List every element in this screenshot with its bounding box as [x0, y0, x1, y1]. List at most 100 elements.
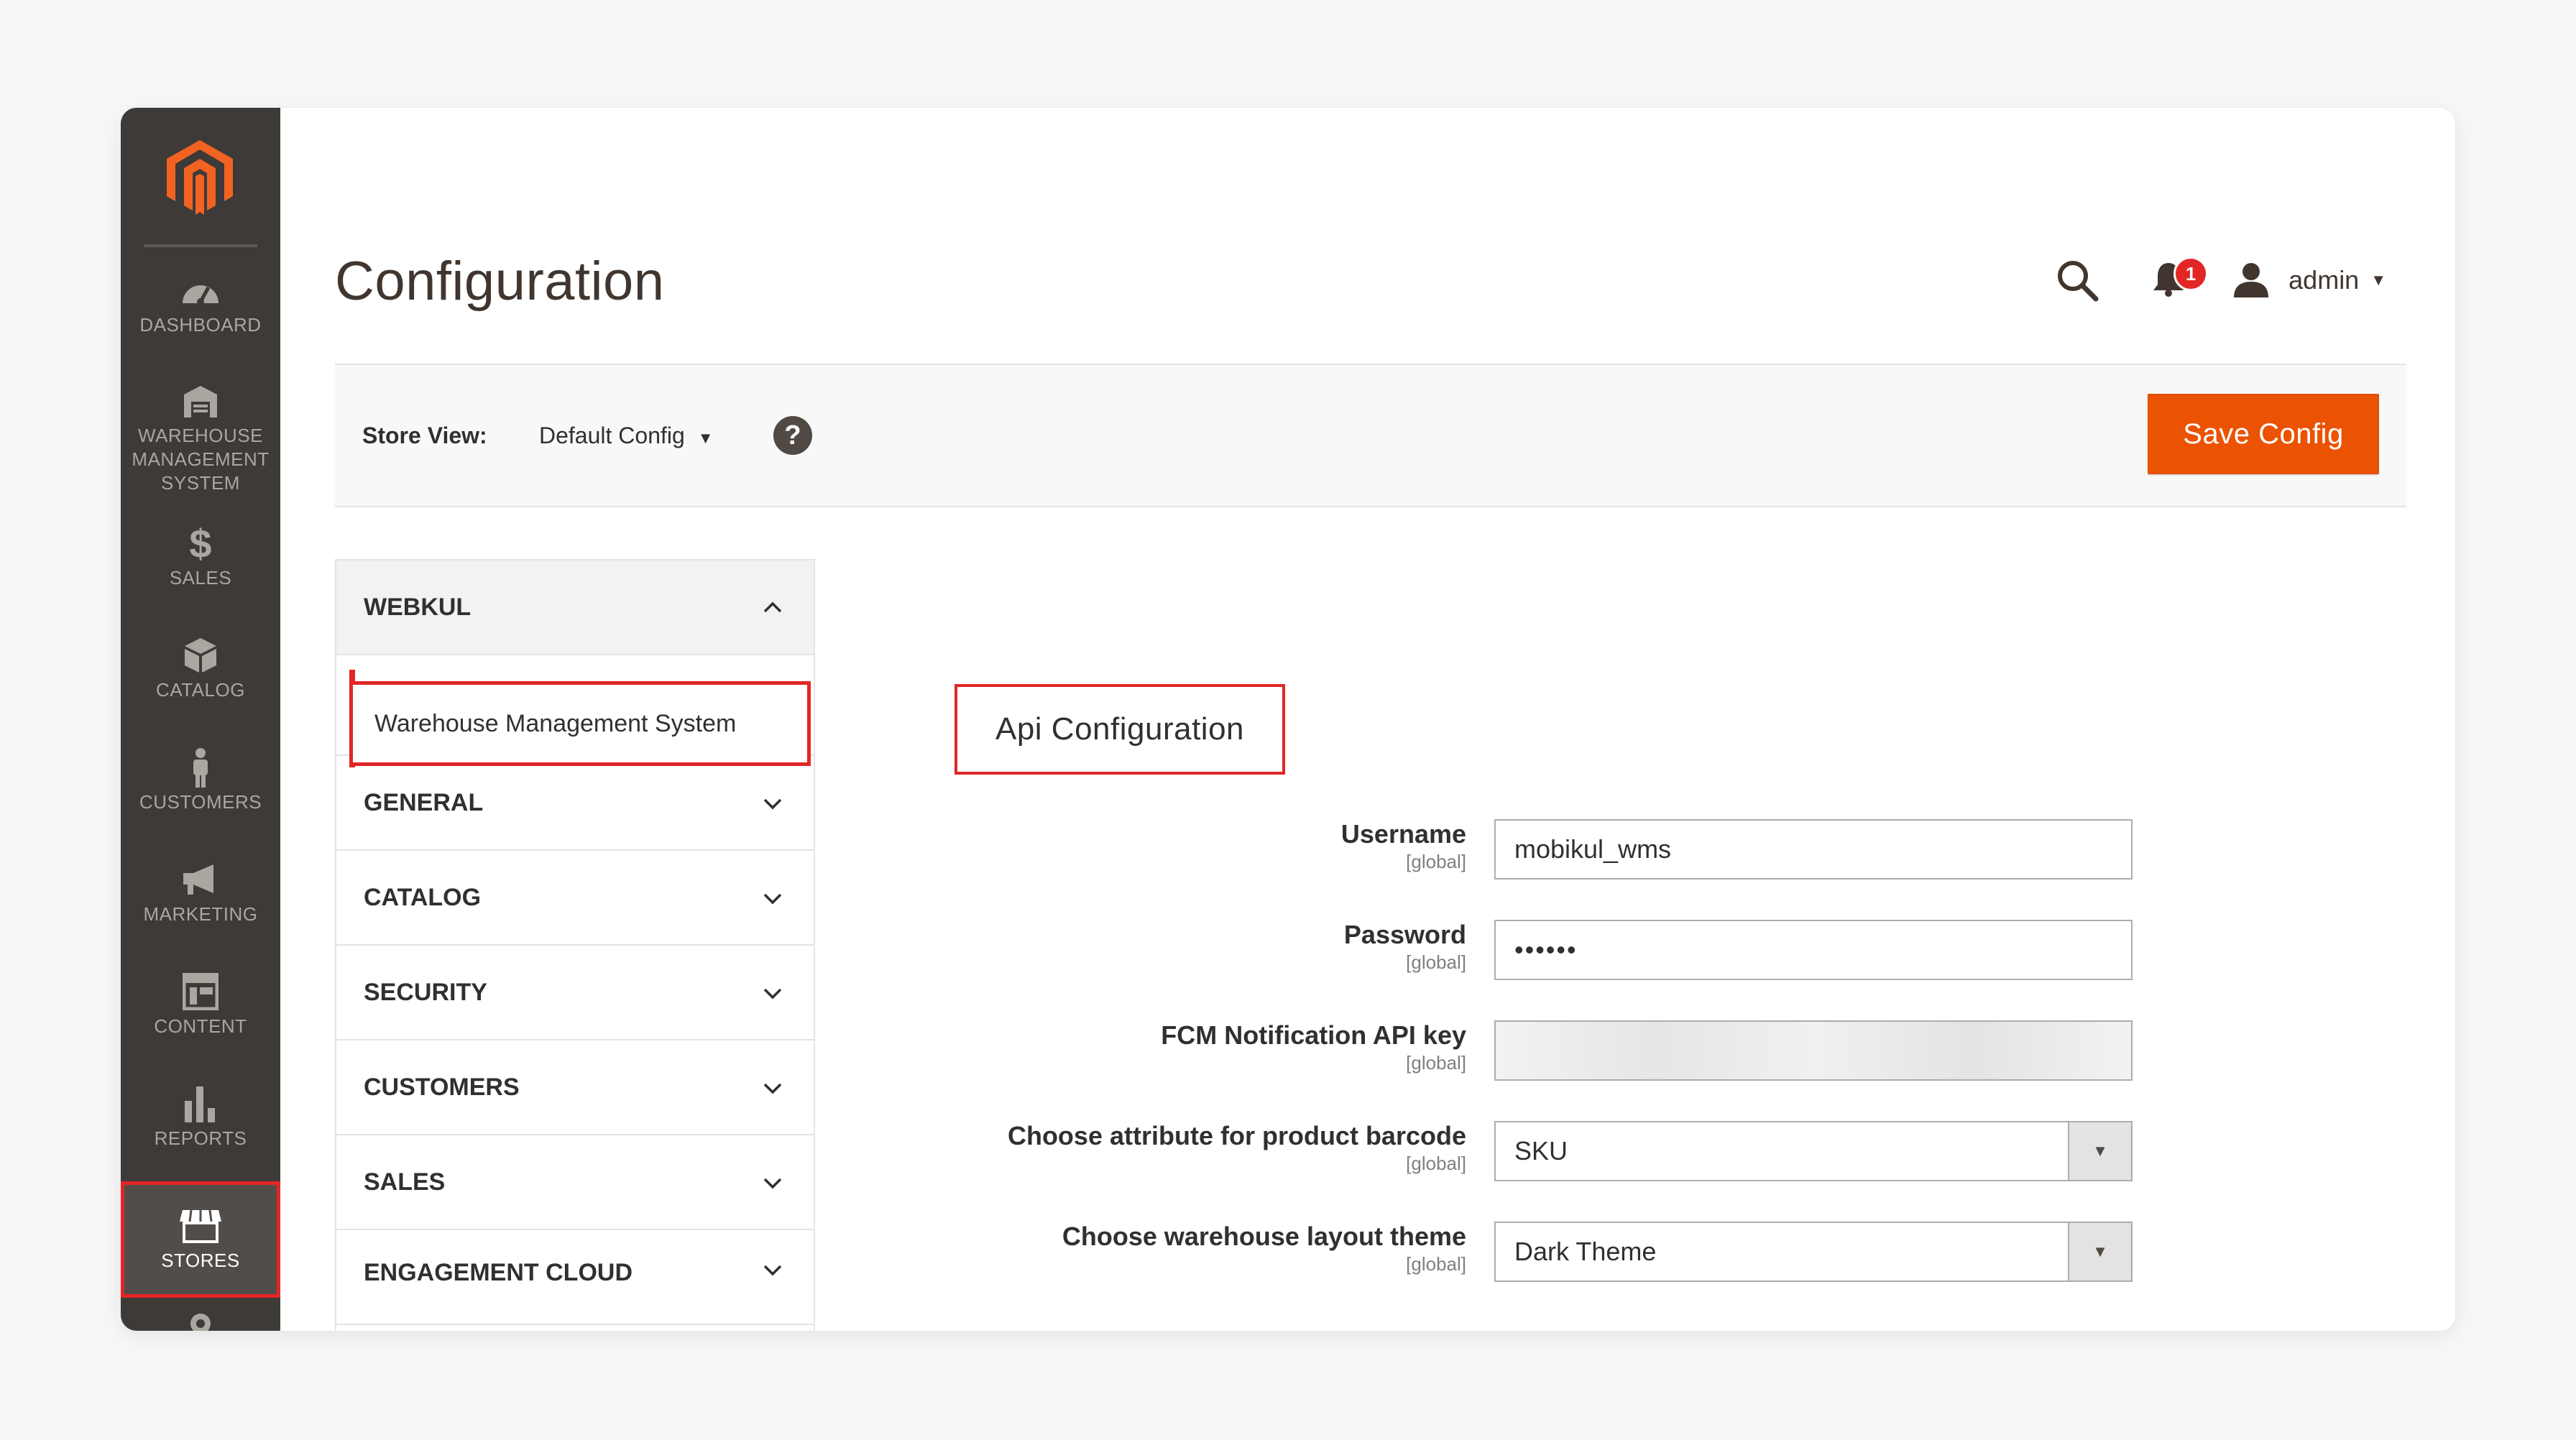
chevron-down-icon: ▼ — [697, 429, 714, 447]
chevron-up-icon — [763, 601, 782, 613]
store-view-label: Store View: — [362, 423, 487, 448]
section-label: WEBKUL — [364, 593, 472, 621]
section-label: SALES — [364, 1168, 446, 1196]
notification-badge: 1 — [2174, 257, 2209, 291]
chevron-down-icon: ▼ — [2068, 1122, 2131, 1180]
sidebar-label: STORES — [161, 1249, 240, 1271]
sidebar-label: REPORTS — [154, 1127, 247, 1149]
section-webkul[interactable]: WEBKUL — [336, 560, 814, 655]
chevron-down-icon — [763, 1178, 782, 1189]
layout-icon — [183, 973, 218, 1010]
dashboard-icon — [180, 272, 221, 309]
save-config-button[interactable]: Save Config — [2148, 394, 2379, 474]
user-icon — [2232, 259, 2276, 302]
sidebar-label: MARKETING — [143, 903, 258, 925]
sidebar-item-system[interactable] — [121, 1308, 280, 1331]
gear-icon — [185, 1308, 216, 1331]
api-configuration-heading[interactable]: Api Configuration — [954, 684, 1285, 775]
sidebar-item-marketing[interactable]: MARKETING — [121, 861, 280, 961]
barcode-attribute-select[interactable]: SKU ▼ — [1494, 1121, 2133, 1181]
magento-logo-icon[interactable] — [162, 138, 237, 217]
sidebar-item-customers[interactable]: CUSTOMERS — [121, 748, 280, 849]
config-tabs: WEBKUL Warehouse Management System GENER… — [335, 559, 815, 1331]
sidebar-item-dashboard[interactable]: DASHBOARD — [121, 272, 280, 372]
box-icon — [183, 637, 218, 674]
warehouse-icon — [183, 382, 218, 420]
field-label: FCM Notification API key — [1161, 1020, 1466, 1050]
user-menu[interactable]: admin ▼ — [2232, 259, 2386, 302]
notifications-button[interactable]: 1 — [2152, 255, 2209, 305]
field-label: Choose warehouse layout theme — [1062, 1222, 1466, 1251]
section-label: GENERAL — [364, 788, 484, 816]
field-password: Password [global] •••••• — [983, 920, 2133, 984]
select-value: Dark Theme — [1514, 1237, 1657, 1266]
field-scope: [global] — [1406, 951, 1466, 973]
field-label: Username — [1340, 819, 1466, 849]
store-view-bar: Store View: Default Config ▼ ? Save Confi… — [335, 364, 2406, 507]
section-general[interactable]: GENERAL — [336, 756, 814, 851]
bar-chart-icon — [183, 1085, 218, 1122]
help-icon[interactable]: ? — [773, 416, 812, 455]
sidebar-label: WAREHOUSE MANAGEMENT SYSTEM — [132, 425, 270, 494]
field-label: Password — [1343, 920, 1466, 949]
section-label: CUSTOMERS — [364, 1073, 520, 1101]
store-icon — [178, 1207, 223, 1245]
sidebar-label: CONTENT — [154, 1015, 247, 1037]
search-icon[interactable] — [2056, 257, 2103, 304]
section-label: SECURITY — [364, 978, 487, 1006]
fcm-api-key-input[interactable] — [1494, 1020, 2133, 1081]
field-fcm-key: FCM Notification API key [global] — [983, 1020, 2133, 1085]
admin-window: DASHBOARD WAREHOUSE MANAGEMENT SYSTEM $ … — [121, 108, 2455, 1331]
field-scope: [global] — [1406, 1052, 1466, 1074]
tab-label: Warehouse Management System — [374, 709, 737, 737]
dollar-icon: $ — [189, 520, 212, 566]
section-sales[interactable]: SALES — [336, 1135, 814, 1230]
chevron-down-icon: ▼ — [2068, 1223, 2131, 1280]
section-label: CATALOG — [364, 883, 482, 911]
sidebar-item-warehouse[interactable]: WAREHOUSE MANAGEMENT SYSTEM — [121, 382, 280, 512]
sidebar-item-reports[interactable]: REPORTS — [121, 1085, 280, 1186]
webkul-items: Warehouse Management System — [336, 655, 814, 767]
chevron-down-icon — [763, 988, 782, 1000]
select-value: SKU — [1514, 1136, 1568, 1166]
chevron-down-icon — [763, 1265, 782, 1276]
section-engagement-cloud[interactable]: ENGAGEMENT CLOUD — [336, 1230, 814, 1325]
section-label: ENGAGEMENT CLOUD — [364, 1259, 632, 1286]
field-layout-theme: Choose warehouse layout theme [global] D… — [983, 1222, 2133, 1286]
field-username: Username [global] mobikul_wms — [983, 819, 2133, 884]
page-title: Configuration — [335, 251, 665, 312]
chevron-down-icon: ▼ — [2370, 271, 2386, 289]
logo-divider — [144, 244, 257, 247]
sidebar-item-catalog[interactable]: CATALOG — [121, 637, 280, 737]
section-security[interactable]: SECURITY — [336, 946, 814, 1040]
field-label: Choose attribute for product barcode — [1007, 1121, 1466, 1150]
person-icon — [190, 748, 211, 788]
username-input[interactable]: mobikul_wms — [1494, 819, 2133, 880]
field-scope: [global] — [1406, 1153, 1466, 1174]
sidebar-label: SALES — [169, 567, 232, 589]
sidebar-label: DASHBOARD — [139, 314, 262, 336]
field-scope: [global] — [1406, 1253, 1466, 1275]
sidebar-item-stores[interactable]: STORES — [121, 1181, 280, 1298]
layout-theme-select[interactable]: Dark Theme ▼ — [1494, 1222, 2133, 1282]
tab-warehouse-management-system[interactable]: Warehouse Management System — [349, 681, 811, 766]
sidebar-item-content[interactable]: CONTENT — [121, 973, 280, 1074]
field-scope: [global] — [1406, 851, 1466, 872]
sidebar-label: CATALOG — [156, 679, 245, 701]
section-catalog[interactable]: CATALOG — [336, 851, 814, 946]
section-customers[interactable]: CUSTOMERS — [336, 1040, 814, 1135]
section-title: Api Configuration — [995, 711, 1245, 747]
field-barcode-attribute: Choose attribute for product barcode [gl… — [983, 1121, 2133, 1186]
sidebar-label: CUSTOMERS — [139, 791, 262, 813]
chevron-down-icon — [763, 798, 782, 810]
header-actions: 1 admin ▼ — [2056, 251, 2386, 309]
chevron-down-icon — [763, 893, 782, 905]
admin-sidebar: DASHBOARD WAREHOUSE MANAGEMENT SYSTEM $ … — [121, 108, 280, 1331]
sidebar-item-sales[interactable]: $ SALES — [121, 520, 280, 625]
user-name: admin — [2288, 265, 2360, 295]
megaphone-icon — [180, 861, 221, 898]
store-view-switcher[interactable]: Default Config ▼ — [539, 423, 714, 449]
chevron-down-icon — [763, 1083, 782, 1094]
store-view-value: Default Config — [539, 423, 685, 448]
password-input[interactable]: •••••• — [1494, 920, 2133, 980]
